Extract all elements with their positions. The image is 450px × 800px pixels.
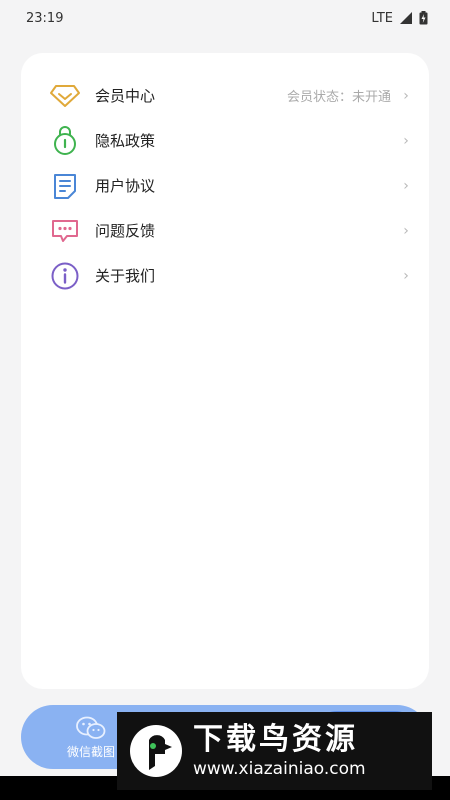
network-type: LTE: [371, 10, 393, 26]
menu-item-about-us[interactable]: 关于我们 ›: [21, 253, 429, 298]
menu-item-label: 会员中心: [95, 87, 156, 105]
menu-item-label: 问题反馈: [95, 222, 156, 240]
chat-icon: [49, 215, 81, 247]
chevron-right-icon: ›: [403, 132, 409, 149]
bird-logo-icon: [129, 724, 183, 778]
menu-list: 会员中心 会员状态：未开通 › 隐私政策 › 用户协议 › 问题反馈 › 关于我…: [21, 53, 429, 298]
menu-item-feedback[interactable]: 问题反馈 ›: [21, 208, 429, 253]
signal-icon: [400, 12, 412, 24]
watermark-text: 下载鸟资源 www.xiazainiao.com: [193, 722, 366, 780]
chevron-right-icon: ›: [403, 267, 409, 284]
watermark-title: 下载鸟资源: [193, 722, 358, 757]
menu-item-privacy-policy[interactable]: 隐私政策 ›: [21, 118, 429, 163]
info-icon: [49, 260, 81, 292]
menu-item-label: 用户协议: [95, 177, 156, 195]
diamond-icon: [49, 80, 81, 112]
lock-icon: [49, 125, 81, 157]
tab-label: 微信截图: [66, 745, 115, 759]
watermark-url: www.xiazainiao.com: [193, 759, 366, 779]
menu-item-label: 关于我们: [95, 267, 156, 285]
chevron-right-icon: ›: [403, 177, 409, 194]
status-bar: 23:19 LTE: [0, 0, 450, 36]
menu-item-user-agreement[interactable]: 用户协议 ›: [21, 163, 429, 208]
chevron-right-icon: ›: [403, 87, 409, 104]
menu-item-label: 隐私政策: [95, 132, 156, 150]
wechat-icon: [76, 716, 106, 739]
chevron-right-icon: ›: [403, 222, 409, 239]
menu-item-membership[interactable]: 会员中心 会员状态：未开通 ›: [21, 73, 429, 118]
status-icons: LTE: [371, 11, 428, 26]
membership-status: 会员状态：未开通: [286, 90, 391, 105]
status-time: 23:19: [26, 10, 64, 26]
tab-wechat-screenshot[interactable]: 微信截图: [61, 715, 121, 760]
settings-card: 会员中心 会员状态：未开通 › 隐私政策 › 用户协议 › 问题反馈 › 关于我…: [21, 53, 429, 689]
battery-icon: [419, 11, 428, 25]
document-icon: [49, 170, 81, 202]
watermark-banner: 下载鸟资源 www.xiazainiao.com: [117, 712, 432, 790]
